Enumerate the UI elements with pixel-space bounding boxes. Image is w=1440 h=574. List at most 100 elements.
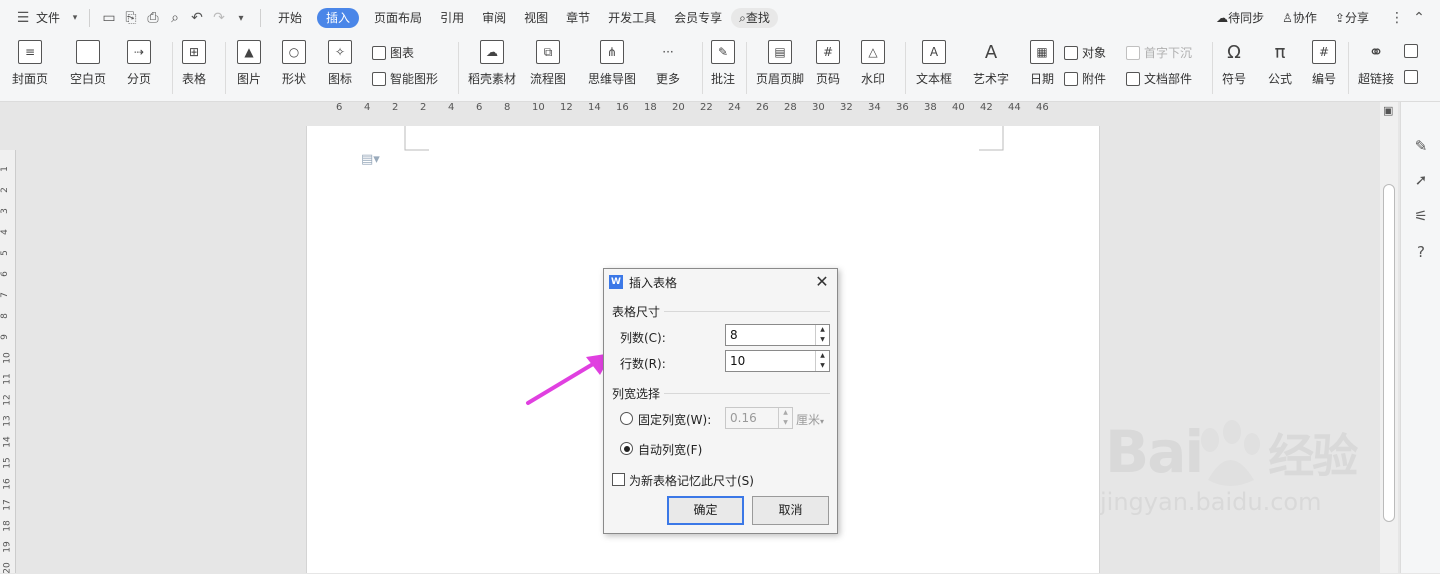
formula-button[interactable]: π 公式 [1268,40,1292,87]
settings-sliders-icon[interactable]: ⚟ [1411,206,1431,226]
tab-start[interactable]: 开始 [269,8,311,28]
fixed-width-radio[interactable] [620,412,633,425]
cover-page-button[interactable]: ≡ 封面页 [12,40,48,87]
tab-developer[interactable]: 开发工具 [599,8,665,28]
page-number-label: 页码 [816,72,841,86]
share-button[interactable]: ⇪分享 [1326,8,1378,28]
remember-size-checkbox[interactable] [612,473,625,486]
help-icon[interactable]: ? [1411,242,1431,262]
drop-cap-label: 首字下沉 [1144,46,1193,60]
cover-page-icon: ≡ [18,40,42,64]
fixed-width-stepper[interactable]: 0.16 ▲ ▼ [725,407,793,429]
smart-art-icon [372,71,386,86]
output-pdf-icon[interactable]: ⎘ [120,7,142,29]
auto-width-label: 自动列宽(F) [638,443,703,457]
ok-button[interactable]: 确定 [667,496,744,525]
ruler-tick-label: 13 [2,415,13,427]
tab-references[interactable]: 引用 [431,8,473,28]
stepper-down-icon[interactable]: ▼ [816,361,829,371]
scroll-top-icon[interactable]: ▣ [1383,104,1393,117]
collab-label: 协作 [1292,11,1317,25]
page-number-button[interactable]: # 页码 [816,40,840,87]
vertical-scrollbar[interactable]: ▣ [1380,102,1398,573]
rows-input[interactable]: 10 [726,351,815,371]
textbox-button[interactable]: A 文本框 [916,40,952,87]
dialog-title-bar[interactable]: W 插入表格 ✕ [604,269,837,295]
page-break-button[interactable]: ⇢ 分页 [127,40,151,87]
shape-button[interactable]: ○ 形状 [282,40,306,87]
stepper-down-icon[interactable]: ▼ [816,335,829,345]
auto-width-radio[interactable] [620,442,633,455]
share-label: 分享 [1344,11,1369,25]
chart-button[interactable]: 图表 [372,44,414,61]
mindmap-button[interactable]: ⋔ 思维导图 [588,40,636,87]
hyperlink-button[interactable]: ⚭ 超链接 [1358,40,1394,87]
header-footer-button[interactable]: ▤ 页眉页脚 [756,40,804,87]
doc-parts-button[interactable]: 文档部件 [1126,70,1192,87]
symbol-button[interactable]: Ω 符号 [1222,40,1246,87]
icon-library-button[interactable]: ✧ 图标 [328,40,352,87]
cover-page-label: 封面页 [12,72,49,86]
chevron-down-icon[interactable]: ▾ [69,7,81,29]
blank-page-button[interactable]: 空白页 [70,40,106,87]
edit-pen-icon[interactable]: ✎ [1411,136,1431,156]
columns-stepper[interactable]: 8 ▲ ▼ [725,324,830,346]
columns-input[interactable]: 8 [726,325,815,345]
flowchart-button[interactable]: ⧉ 流程图 [530,40,566,87]
object-button[interactable]: 对象 [1064,44,1106,61]
picture-button[interactable]: ▲ 图片 [237,40,261,87]
attachment-button[interactable]: 附件 [1064,70,1106,87]
smart-art-button[interactable]: 智能图形 [372,70,438,87]
material-button[interactable]: ☁ 稻壳素材 [468,40,516,87]
redo-icon[interactable]: ↷ [208,7,230,29]
ruler-tick-label: 28 [784,102,797,113]
bookmark-icon[interactable] [1404,70,1422,84]
print-preview-icon[interactable]: ⌕ [164,7,186,29]
scrollbar-thumb[interactable] [1383,184,1395,522]
cross-reference-icon[interactable] [1404,44,1422,58]
collab-button[interactable]: ♙协作 [1273,8,1326,28]
hamburger-menu-icon[interactable]: ☰ [12,7,34,29]
tab-review[interactable]: 审阅 [473,8,515,28]
icon-library-label: 图标 [328,72,353,86]
watermark-button[interactable]: △ 水印 [861,40,885,87]
cancel-button[interactable]: 取消 [752,496,829,525]
table-button[interactable]: ⊞ 表格 [182,40,206,87]
tab-member[interactable]: 会员专享 [665,8,731,28]
tab-page-layout[interactable]: 页面布局 [365,8,431,28]
date-button[interactable]: ▦ 日期 [1030,40,1054,87]
calendar-icon: ▦ [1030,40,1054,64]
stepper-up-icon[interactable]: ▲ [816,325,829,335]
paragraph-options-icon[interactable]: ▤▾ [361,152,380,167]
tab-section[interactable]: 章节 [557,8,599,28]
mindmap-label: 思维导图 [588,72,637,86]
right-sidebar: ✎ ➚ ⚟ ? [1400,102,1440,573]
drop-cap-button[interactable]: 首字下沉 [1126,44,1192,61]
tab-view[interactable]: 视图 [515,8,557,28]
customize-toolbar-icon[interactable]: ▾ [230,7,252,29]
close-icon[interactable]: ✕ [813,273,831,291]
sync-button[interactable]: ☁待同步 [1207,8,1273,28]
vertical-ruler[interactable]: 1 2 3 4 5 6 7 8 9 10 11 12 13 14 15 16 17 18 19 20 [0,150,16,574]
comment-button[interactable]: ✎ 批注 [711,40,735,87]
fixed-width-input[interactable]: 0.16 [726,408,778,428]
search-box[interactable]: ⌕查找 [731,8,778,28]
ruler-tick-label: 12 [2,394,13,406]
file-menu[interactable]: 文件 [34,8,69,28]
stepper-up-icon[interactable]: ▲ [816,351,829,361]
rows-stepper[interactable]: 10 ▲ ▼ [725,350,830,372]
select-cursor-icon[interactable]: ➚ [1411,170,1431,190]
wordart-button[interactable]: A 艺术字 [973,40,1009,87]
undo-icon[interactable]: ↶ [186,7,208,29]
more-options-icon[interactable]: ⋮ [1386,7,1408,29]
stepper-down-icon[interactable]: ▼ [779,418,792,428]
tab-insert[interactable]: 插入 [317,8,360,28]
horizontal-ruler[interactable]: 6 4 2 2 4 6 8 10 12 14 16 18 20 22 24 26 28 30 32 34 36 38 40 4… [330,102,1090,124]
save-icon[interactable]: ▭ [98,7,120,29]
more-button[interactable]: ··· 更多 [656,40,680,87]
numbering-button[interactable]: # 编号 [1312,40,1336,87]
collapse-ribbon-icon[interactable]: ⌃ [1408,7,1430,29]
unit-select[interactable]: 厘米▾ [796,411,824,428]
stepper-up-icon[interactable]: ▲ [779,408,792,418]
print-icon[interactable]: ⎙ [142,7,164,29]
